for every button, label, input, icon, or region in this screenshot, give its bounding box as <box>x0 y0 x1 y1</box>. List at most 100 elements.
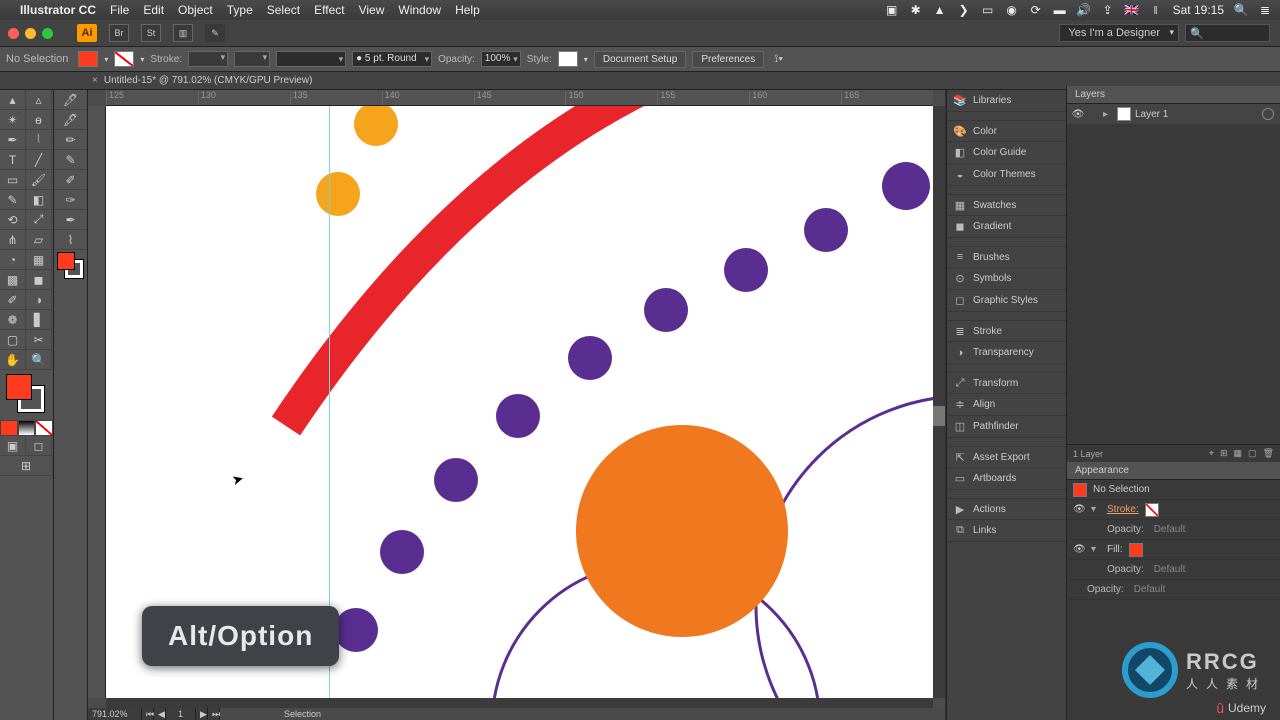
blend-tool[interactable]: ◑ <box>26 290 52 310</box>
document-setup-button[interactable]: Document Setup <box>594 51 687 68</box>
menu-help[interactable]: Help <box>455 3 480 17</box>
close-tab-icon[interactable]: × <box>92 75 98 86</box>
twirl-icon[interactable]: ▾ <box>1091 544 1101 555</box>
status-icon[interactable]: ▣ <box>885 3 899 17</box>
appearance-tab[interactable]: Appearance <box>1067 462 1280 480</box>
status-icon[interactable]: ⟳ <box>1029 3 1043 17</box>
menu-edit[interactable]: Edit <box>143 3 164 17</box>
pencil-tool[interactable]: ✎ <box>0 190 26 210</box>
dock-item-libraries[interactable]: 📚Libraries <box>947 90 1066 112</box>
color-mode-switches[interactable] <box>0 420 53 436</box>
arrange-button[interactable]: ▥ <box>173 24 193 42</box>
menu-file[interactable]: File <box>110 3 129 17</box>
artboard-prev[interactable]: ◀ <box>154 708 166 720</box>
dock-item-align[interactable]: ≑Align <box>947 394 1066 416</box>
appearance-fill-row[interactable]: 👁 ▾ Fill: <box>1067 540 1280 560</box>
zoom-display[interactable]: 791.02% <box>88 708 142 720</box>
menu-type[interactable]: Type <box>227 3 253 17</box>
style-swatch[interactable] <box>558 51 578 67</box>
window-close-button[interactable] <box>8 28 19 39</box>
dock-item-color-themes[interactable]: ◒Color Themes <box>947 164 1066 186</box>
window-zoom-button[interactable] <box>42 28 53 39</box>
dock-item-actions[interactable]: ▶Actions <box>947 498 1066 520</box>
perspective-tool[interactable]: ▦ <box>26 250 52 270</box>
wifi-icon[interactable]: ⧛ <box>1149 3 1163 17</box>
status-icon[interactable]: ◉ <box>1005 3 1019 17</box>
appearance-stroke-opacity[interactable]: Opacity:Default <box>1067 520 1280 540</box>
eraser-tool[interactable]: ◧ <box>26 190 52 210</box>
stroke-weight-dropdown[interactable] <box>188 51 228 67</box>
new-layer-icon[interactable]: ▦ <box>1234 448 1243 459</box>
status-icon[interactable]: ▭ <box>981 3 995 17</box>
status-icon[interactable]: ▲ <box>933 3 947 17</box>
dock-item-pathfinder[interactable]: ◫Pathfinder <box>947 416 1066 438</box>
dock-item-color[interactable]: 🎨Color <box>947 120 1066 142</box>
dock-item-transparency[interactable]: ◑Transparency <box>947 342 1066 364</box>
free-transform-tool[interactable]: ▱ <box>26 230 52 250</box>
symbol-sprayer-tool[interactable]: ❁ <box>0 310 26 330</box>
hand-tool[interactable]: ✋ <box>0 350 26 370</box>
appearance-fill-opacity[interactable]: Opacity:Default <box>1067 560 1280 580</box>
document-tab[interactable]: Untitled-15* @ 791.02% (CMYK/GPU Preview… <box>104 75 313 86</box>
brush-4[interactable]: ✎ <box>54 150 87 170</box>
menu-object[interactable]: Object <box>178 3 213 17</box>
dock-item-gradient[interactable]: ◼Gradient <box>947 216 1066 238</box>
vertical-scrollbar[interactable] <box>933 106 945 698</box>
rectangle-tool[interactable]: ▭ <box>0 170 26 190</box>
magic-wand-tool[interactable]: ✴ <box>0 110 26 130</box>
mini-fill-stroke[interactable] <box>54 250 87 286</box>
zoom-tool[interactable]: 🔍 <box>26 350 52 370</box>
lang-icon[interactable]: 🇬🇧 <box>1125 3 1139 17</box>
brush-8[interactable]: ⌇ <box>54 230 87 250</box>
window-minimize-button[interactable] <box>25 28 36 39</box>
trash-icon[interactable]: 🗑 <box>1263 448 1274 459</box>
curvature-tool[interactable]: ⦚ <box>26 130 52 150</box>
menu-list-icon[interactable]: ≣ <box>1258 3 1272 17</box>
status-icon[interactable]: ▬ <box>1053 3 1067 17</box>
dock-item-artboards[interactable]: ▭Artboards <box>947 468 1066 490</box>
appearance-stroke-row[interactable]: 👁 ▾ Stroke: <box>1067 500 1280 520</box>
search-input[interactable]: 🔍 <box>1185 24 1270 42</box>
menu-select[interactable]: Select <box>267 3 300 17</box>
preferences-button[interactable]: Preferences <box>692 51 764 68</box>
visibility-icon[interactable]: 👁 <box>1073 544 1085 555</box>
artboard-next[interactable]: ▶ <box>196 708 208 720</box>
paintbrush-tool[interactable]: 🖌 <box>26 170 52 190</box>
workspace-dropdown[interactable]: Yes I'm a Designer <box>1059 24 1179 42</box>
stock-button[interactable]: St <box>141 24 161 42</box>
status-icon[interactable]: ❯ <box>957 3 971 17</box>
bridge-button[interactable]: Br <box>109 24 129 42</box>
dock-item-swatches[interactable]: ▦Swatches <box>947 194 1066 216</box>
dock-item-transform[interactable]: ⤢Transform <box>947 372 1066 394</box>
volume-icon[interactable]: 🔊 <box>1077 3 1091 17</box>
lasso-tool[interactable]: ɵ <box>26 110 52 130</box>
status-icon[interactable]: ✱ <box>909 3 923 17</box>
dock-item-brushes[interactable]: ≡Brushes <box>947 246 1066 268</box>
selection-tool[interactable]: ▴ <box>0 90 26 110</box>
brush-2[interactable]: 🖋 <box>54 110 87 130</box>
graph-tool[interactable]: ▋ <box>26 310 52 330</box>
brush-1[interactable]: 🖊 <box>54 90 87 110</box>
pen-tool[interactable]: ✒ <box>0 130 26 150</box>
dock-item-links[interactable]: ⧉Links <box>947 520 1066 542</box>
stroke-swatch[interactable] <box>114 51 134 67</box>
new-icon[interactable]: ▢ <box>1248 448 1257 459</box>
new-sublayer-icon[interactable]: ⊞ <box>1220 448 1228 459</box>
app-name[interactable]: Illustrator CC <box>20 3 96 17</box>
layer-row[interactable]: 👁 ▸ Layer 1 <box>1067 104 1280 124</box>
dock-item-color-guide[interactable]: ◧Color Guide <box>947 142 1066 164</box>
gradient-tool[interactable]: ◼ <box>26 270 52 290</box>
align-flyout-icon[interactable]: ⟟▾ <box>774 53 783 66</box>
shape-builder-tool[interactable]: ◔ <box>0 250 26 270</box>
artboard-tool[interactable]: ▢ <box>0 330 26 350</box>
menu-view[interactable]: View <box>359 3 385 17</box>
screen-mode-2[interactable]: ◻ <box>26 436 52 456</box>
screen-mode[interactable]: ▣ <box>0 436 26 456</box>
spotlight-icon[interactable]: 🔍 <box>1234 3 1248 17</box>
opacity-input[interactable]: 100% <box>481 51 521 67</box>
change-screen-mode[interactable]: ⊞ <box>0 456 53 476</box>
brush-5[interactable]: ✐ <box>54 170 87 190</box>
artboard-index[interactable]: 1 <box>166 708 196 720</box>
brush-7[interactable]: ✒ <box>54 210 87 230</box>
fill-stroke-control[interactable] <box>0 370 53 420</box>
